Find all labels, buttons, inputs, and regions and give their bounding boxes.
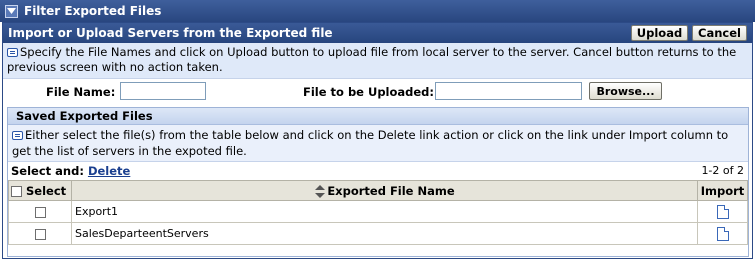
upload-file-input[interactable] — [435, 82, 582, 100]
row-select-cell — [8, 222, 72, 245]
document-icon[interactable] — [716, 226, 729, 241]
name-column-label: Exported File Name — [327, 183, 455, 198]
select-column-label: Select — [26, 183, 67, 198]
import-column-label: Import — [700, 183, 745, 198]
import-panel: Import or Upload Servers from the Export… — [2, 22, 753, 259]
cancel-button[interactable]: Cancel — [692, 25, 747, 41]
name-column-header[interactable]: Exported File Name — [71, 180, 698, 201]
sort-icon[interactable] — [314, 184, 326, 198]
select-and-label: Select and: — [11, 164, 84, 178]
title-bar: Filter Exported Files — [0, 0, 755, 22]
import-cell — [697, 200, 748, 223]
file-name-cell: Export1 — [71, 200, 698, 223]
title-bar-label: Filter Exported Files — [24, 4, 162, 18]
browse-button[interactable]: Browse... — [589, 82, 662, 100]
import-cell — [697, 222, 748, 245]
saved-info: Either select the file(s) from the table… — [8, 125, 748, 162]
selection-bar: Select and: Delete 1-2 of 2 — [8, 162, 748, 180]
panel-title: Import or Upload Servers from the Export… — [8, 26, 333, 40]
panel-header: Import or Upload Servers from the Export… — [3, 23, 752, 43]
file-name-input[interactable] — [120, 82, 206, 100]
panel-info: Specify the File Names and click on Uplo… — [3, 43, 752, 79]
saved-files-title: Saved Exported Files — [8, 108, 748, 125]
select-column-header: Select — [8, 180, 72, 201]
delete-link[interactable]: Delete — [88, 164, 130, 178]
info-icon — [12, 131, 23, 140]
file-name-cell: SalesDeparteentServers — [71, 222, 698, 245]
row-select-cell — [8, 200, 72, 223]
upload-file-label: File to be Uploaded: — [303, 85, 435, 99]
row-checkbox[interactable] — [34, 206, 46, 218]
table-row: Export1 — [8, 200, 748, 223]
info-icon — [7, 48, 18, 57]
pager: 1-2 of 2 — [701, 164, 744, 177]
document-icon[interactable] — [716, 204, 729, 219]
file-name-label: File Name: — [46, 85, 116, 99]
table-row: SalesDeparteentServers — [8, 222, 748, 245]
panel-info-text: Specify the File Names and click on Uplo… — [7, 45, 737, 74]
files-table: Select Exported File Name Import Export1 — [8, 180, 748, 245]
saved-files-section: Saved Exported Files Either select the f… — [7, 107, 749, 257]
row-checkbox[interactable] — [34, 228, 46, 240]
chevron-down-icon — [7, 7, 16, 14]
saved-info-text: Either select the file(s) from the table… — [12, 128, 729, 158]
collapse-toggle[interactable] — [5, 4, 18, 18]
import-column-header: Import — [697, 180, 748, 201]
file-form-row: File Name: File to be Uploaded: Browse..… — [3, 79, 752, 105]
select-all-checkbox[interactable] — [11, 185, 22, 197]
upload-button[interactable]: Upload — [631, 25, 688, 41]
